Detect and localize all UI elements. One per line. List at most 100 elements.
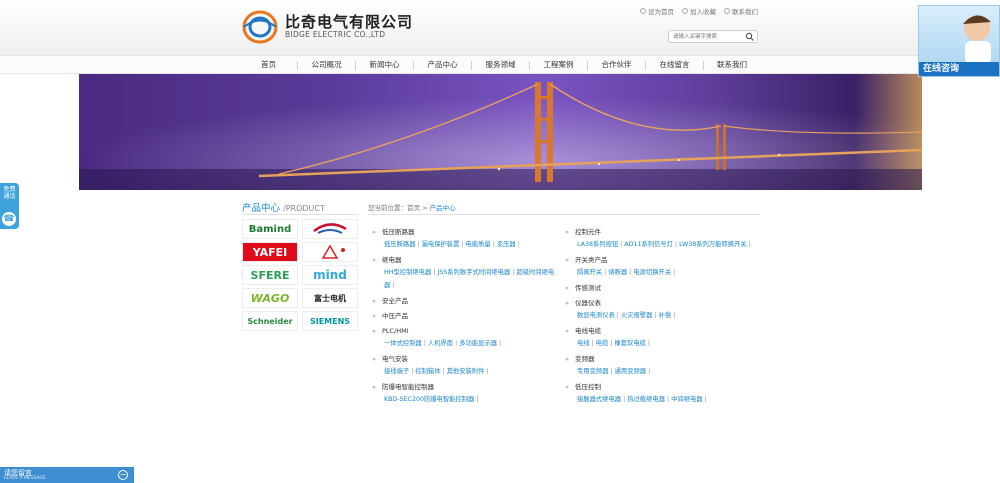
- subcategory-link[interactable]: 接触器式继电器: [577, 396, 627, 403]
- brand-siemens-logo[interactable]: SIEMENS: [302, 311, 358, 331]
- subcategory-link[interactable]: 人机界面: [428, 340, 459, 347]
- free-call-widget[interactable]: 免费通话 ☎: [0, 183, 19, 229]
- brand-bamind-logo[interactable]: Bamind: [242, 219, 298, 239]
- category-title[interactable]: 低压断路器: [372, 226, 558, 238]
- category-title[interactable]: 变频器: [565, 353, 751, 365]
- category-title[interactable]: 开关类产品: [565, 254, 751, 266]
- leave-message-bar[interactable]: 请您留言 LEAVE A MESSAGE −: [0, 467, 134, 483]
- category-title[interactable]: 安全产品: [372, 295, 558, 307]
- category-title[interactable]: 继电器: [372, 254, 558, 266]
- category-title[interactable]: 电线电缆: [565, 325, 751, 337]
- subcategory-link[interactable]: 隔离开关: [577, 269, 608, 276]
- category-title[interactable]: 防爆电智能控制器: [372, 381, 558, 393]
- nav-home[interactable]: 首页: [240, 56, 297, 74]
- subcategory-list: 接触器式继电器 热过载继电器 中间继电器: [565, 393, 751, 406]
- subcategory-link[interactable]: 一体式控制器: [384, 340, 428, 347]
- category-title[interactable]: 传感测试: [565, 282, 751, 294]
- breadcrumb-separator: >: [420, 204, 430, 212]
- category-group: 变频器专用变频器 通用变频器: [565, 353, 751, 378]
- subcategory-link[interactable]: 火灾报警器: [621, 312, 659, 319]
- brand-mind-logo[interactable]: mind: [302, 265, 358, 285]
- nav-contact[interactable]: 联系我们: [704, 56, 760, 74]
- nav-partners[interactable]: 合作伙伴: [588, 56, 645, 74]
- subcategory-link[interactable]: 其他安装附件: [447, 368, 489, 375]
- category-title[interactable]: 低压控制: [565, 381, 751, 393]
- subcategory-link[interactable]: 电线: [577, 340, 596, 347]
- subcategory-link[interactable]: 低压断路器: [384, 241, 422, 248]
- brand-yafei-logo[interactable]: YAFEI: [242, 242, 298, 262]
- brand-triangle-logo-mark: [321, 244, 345, 259]
- nav-projects[interactable]: 工程案例: [530, 56, 587, 74]
- subcategory-link[interactable]: 中间继电器: [671, 396, 707, 403]
- subcategory-link[interactable]: 补偿: [659, 312, 676, 319]
- online-consult-widget[interactable]: 在线咨询: [918, 5, 1000, 77]
- breadcrumb-home[interactable]: 首页: [407, 204, 420, 212]
- add-favorite-link[interactable]: 加入收藏: [682, 6, 716, 16]
- subcategory-link[interactable]: 热过载继电器: [627, 396, 671, 403]
- phone-icon: ☎: [2, 212, 16, 226]
- sidebar-title: 产品中心/PRODUCT: [242, 200, 325, 214]
- breadcrumb: 您当前位置：首页 > 产品中心: [368, 202, 456, 212]
- subcategory-link[interactable]: LW38系列万能转换开关: [679, 241, 751, 248]
- subcategory-link[interactable]: 控制箱体: [415, 368, 446, 375]
- subcategory-link[interactable]: 通用变频器: [615, 368, 651, 375]
- category-column-right: 控制元件LA38系列按钮 AD11系列信号灯 LW38系列万能转换开关 开关类产…: [565, 226, 751, 409]
- contact-us-label: 联系我们: [732, 8, 758, 16]
- bridge-illustration: [79, 74, 922, 190]
- sidebar-divider: [242, 214, 358, 215]
- search-icon[interactable]: [745, 32, 755, 42]
- category-group: 开关类产品隔离开关 熔断器 电源切换开关: [565, 254, 751, 279]
- category-column-left: 低压断路器低压断路器 漏电保护装置 电能质量 变压器 继电器HH型控制继电器 J…: [372, 226, 558, 409]
- category-title[interactable]: 仪器仪表: [565, 297, 751, 309]
- add-favorite-label: 加入收藏: [690, 8, 716, 16]
- breadcrumb-current: 产品中心: [429, 204, 456, 212]
- free-call-label: 免费通话: [3, 186, 16, 200]
- nav-news[interactable]: 新闻中心: [356, 56, 413, 74]
- subcategory-list: LA38系列按钮 AD11系列信号灯 LW38系列万能转换开关: [565, 238, 751, 251]
- brand-triangle-logo[interactable]: [302, 242, 358, 262]
- subcategory-list: 数显电测仪表 火灾报警器 补偿: [565, 309, 751, 322]
- content-divider: [368, 214, 760, 215]
- subcategory-link[interactable]: 橡套软电缆: [614, 340, 650, 347]
- subcategory-link[interactable]: LA38系列按钮: [577, 241, 624, 248]
- nav-online-message[interactable]: 在线留言: [646, 56, 703, 74]
- category-title[interactable]: PLC/HMI: [372, 325, 558, 337]
- subcategory-link[interactable]: HH型控制继电器: [384, 269, 437, 276]
- nav-service-areas[interactable]: 服务领域: [472, 56, 529, 74]
- category-title[interactable]: 电气安装: [372, 353, 558, 365]
- subcategory-list: KBD-SEC200防爆电智能控制器: [372, 393, 558, 406]
- minimize-icon[interactable]: −: [118, 470, 128, 480]
- nav-company-profile[interactable]: 公司概况: [298, 56, 355, 74]
- main-nav: 首页 公司概况 新闻中心 产品中心 服务领域 工程案例 合作伙伴 在线留言 联系…: [0, 55, 1000, 74]
- subcategory-link[interactable]: AD11系列信号灯: [624, 241, 679, 248]
- subcategory-link[interactable]: 接线端子: [384, 368, 415, 375]
- category-title[interactable]: 中压产品: [372, 310, 558, 322]
- sidebar-title-cn: 产品中心: [242, 203, 281, 214]
- set-homepage-link[interactable]: 设为首页: [640, 6, 674, 16]
- subcategory-link[interactable]: 变压器: [497, 241, 520, 248]
- subcategory-link[interactable]: 电源切换开关: [633, 269, 675, 276]
- set-homepage-label: 设为首页: [648, 8, 674, 16]
- brand-wago-logo[interactable]: WAGO: [242, 288, 298, 308]
- subcategory-link[interactable]: KBD-SEC200防爆电智能控制器: [384, 396, 478, 403]
- brand-red-logo[interactable]: [302, 219, 358, 239]
- brand-fuji-electric-logo[interactable]: 富士电机: [302, 288, 358, 308]
- brand-sfere-logo[interactable]: SFERE: [242, 265, 298, 285]
- brand-schneider-logo[interactable]: Schneider: [242, 311, 298, 331]
- brand-logo-grid: Bamind YAFEI SFERE mind WAGO 富士电机 Schnei…: [242, 219, 360, 331]
- search-input[interactable]: [669, 31, 743, 42]
- subcategory-link[interactable]: 熔断器: [608, 269, 633, 276]
- subcategory-link[interactable]: 电能质量: [466, 241, 497, 248]
- company-logo[interactable]: 比奇电气有限公司 BIDGE ELECTRIC CO.,LTD: [242, 8, 442, 46]
- star-icon: [682, 8, 688, 14]
- subcategory-link[interactable]: JSS系列数字式时间继电器: [437, 269, 516, 276]
- subcategory-link[interactable]: 电缆: [596, 340, 615, 347]
- subcategory-link[interactable]: 数显电测仪表: [577, 312, 621, 319]
- category-group: 防爆电智能控制器 KBD-SEC200防爆电智能控制器: [372, 381, 558, 406]
- subcategory-link[interactable]: 专用变频器: [577, 368, 615, 375]
- contact-us-link[interactable]: 联系我们: [724, 6, 758, 16]
- subcategory-link[interactable]: 漏电保护装置: [422, 241, 466, 248]
- subcategory-link[interactable]: 多功能显示器: [459, 340, 501, 347]
- category-title[interactable]: 控制元件: [565, 226, 751, 238]
- nav-products[interactable]: 产品中心: [414, 56, 471, 74]
